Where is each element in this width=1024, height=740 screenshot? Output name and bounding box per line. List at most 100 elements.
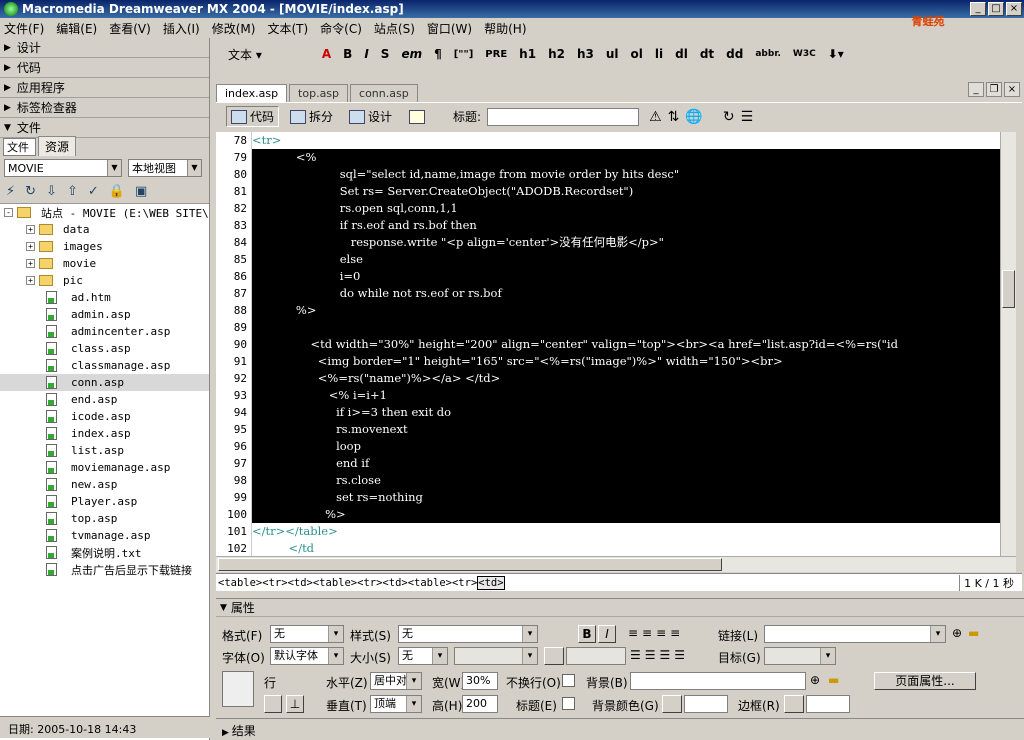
menu-view[interactable]: 查看(V) <box>109 20 151 37</box>
size-select[interactable]: 无 <box>398 647 448 665</box>
menu-edit[interactable]: 编辑(E) <box>56 20 97 37</box>
tag-selector-item[interactable]: <td> <box>477 575 505 590</box>
tree-folder-item[interactable]: + movie <box>0 255 209 272</box>
expand-toggle-icon[interactable]: + <box>26 276 35 285</box>
border-color-button[interactable] <box>784 695 804 713</box>
site-root-node[interactable]: - 站点 - MOVIE (E:\WEB SITE\ <box>0 204 209 221</box>
tree-file-item[interactable]: index.asp <box>0 425 209 442</box>
italic-button[interactable]: I <box>364 47 368 61</box>
panel-design[interactable]: ▶ 设计 <box>0 38 209 58</box>
preview-browser-icon[interactable]: 🌐 <box>685 109 702 125</box>
header-checkbox[interactable] <box>562 697 575 710</box>
tree-file-item[interactable]: end.asp <box>0 391 209 408</box>
tab-files[interactable]: 文件 <box>3 138 36 156</box>
style-select[interactable]: 无 <box>398 625 538 643</box>
horizontal-scroll-thumb[interactable] <box>218 558 722 571</box>
point-to-file-icon[interactable]: ⊕ <box>810 673 820 687</box>
tree-file-item[interactable]: tvmanage.asp <box>0 527 209 544</box>
design-view-button[interactable]: 设计 <box>344 106 397 127</box>
browse-folder-icon[interactable]: ▬ <box>828 673 839 687</box>
refresh-design-icon[interactable]: ↻ <box>723 109 735 125</box>
page-title-input[interactable] <box>487 107 640 126</box>
check-in-icon[interactable]: 🔒 <box>109 184 125 199</box>
paragraph-button[interactable]: ¶ <box>434 47 442 61</box>
put-files-icon[interactable]: ⇧ <box>67 184 78 199</box>
connect-icon[interactable]: ⚡ <box>6 184 15 199</box>
link-input[interactable] <box>764 625 946 643</box>
browse-folder-icon[interactable]: ▬ <box>968 626 979 640</box>
dd-button[interactable]: dd <box>726 47 743 61</box>
insert-category-select[interactable]: 文本 ▾ <box>228 46 262 63</box>
expand-panel-icon[interactable]: ▣ <box>135 184 147 199</box>
minimize-button[interactable]: _ <box>970 2 986 16</box>
format-select[interactable]: 无 <box>270 625 344 643</box>
tree-file-item[interactable]: class.asp <box>0 340 209 357</box>
menu-site[interactable]: 站点(S) <box>374 20 415 37</box>
blockquote-button[interactable]: [""] <box>454 49 474 60</box>
dt-button[interactable]: dt <box>700 47 714 61</box>
list-indent-buttons-icon[interactable]: ☰☰☰☰ <box>630 648 689 662</box>
tree-file-item[interactable]: icode.asp <box>0 408 209 425</box>
expand-toggle-icon[interactable]: + <box>26 225 35 234</box>
tag-selector-item[interactable]: <tr> <box>357 577 382 589</box>
h1-button[interactable]: h1 <box>519 47 536 61</box>
tab-assets[interactable]: 资源 <box>38 136 77 156</box>
results-panel[interactable]: ▶ 结果 <box>216 718 1024 740</box>
page-properties-button[interactable]: 页面属性... <box>874 672 976 690</box>
tree-file-item[interactable]: classmanage.asp <box>0 357 209 374</box>
menu-help[interactable]: 帮助(H) <box>484 20 526 37</box>
download-icon[interactable]: ⬇▾ <box>828 47 844 61</box>
split-cell-button[interactable]: ⊥ <box>286 695 304 713</box>
text-color-button[interactable] <box>544 647 564 665</box>
file-management-icon[interactable]: ⇅ <box>668 109 680 125</box>
tree-folder-item[interactable]: + data <box>0 221 209 238</box>
panel-tag-inspector[interactable]: ▶ 标签检查器 <box>0 98 209 118</box>
menu-modify[interactable]: 修改(M) <box>212 20 256 37</box>
expand-toggle-icon[interactable]: + <box>26 259 35 268</box>
bold-prop-button[interactable]: B <box>578 625 596 643</box>
h2-button[interactable]: h2 <box>548 47 565 61</box>
browser-check-icon[interactable]: ⚠ <box>649 109 662 125</box>
width-input[interactable]: 30% <box>462 672 498 690</box>
target-select[interactable] <box>764 647 836 665</box>
bgcolor-input[interactable] <box>684 695 728 713</box>
check-out-icon[interactable]: ✓ <box>88 184 99 199</box>
tag-selector-item[interactable]: <td> <box>382 577 407 589</box>
tree-folder-item[interactable]: + pic <box>0 272 209 289</box>
h3-button[interactable]: h3 <box>577 47 594 61</box>
tag-selector-item[interactable]: <tr> <box>262 577 287 589</box>
tree-file-item[interactable]: conn.asp <box>0 374 209 391</box>
close-button[interactable]: × <box>1006 2 1022 16</box>
height-input[interactable]: 200 <box>462 695 498 713</box>
tag-selector-item[interactable]: <td> <box>288 577 313 589</box>
tree-folder-item[interactable]: + images <box>0 238 209 255</box>
site-select[interactable]: MOVIE ▼ <box>4 159 122 177</box>
abbr-button[interactable]: abbr. <box>755 49 781 59</box>
pre-button[interactable]: PRE <box>485 49 507 60</box>
merge-cells-button[interactable] <box>264 695 282 713</box>
vert-select[interactable]: 顶端 <box>370 695 422 713</box>
maximize-button[interactable]: □ <box>988 2 1004 16</box>
bold-button[interactable]: B <box>343 47 352 61</box>
ul-button[interactable]: ul <box>606 47 619 61</box>
menu-insert[interactable]: 插入(I) <box>163 20 200 37</box>
bg-input[interactable] <box>630 672 806 690</box>
get-files-icon[interactable]: ⇩ <box>46 184 57 199</box>
tag-selector-item[interactable]: <table> <box>408 577 452 589</box>
tree-file-item[interactable]: admincenter.asp <box>0 323 209 340</box>
strong-button[interactable]: S <box>381 47 390 61</box>
tree-file-item[interactable]: top.asp <box>0 510 209 527</box>
em-button[interactable]: em <box>401 47 422 61</box>
live-data-icon[interactable] <box>409 109 426 124</box>
panel-application[interactable]: ▶ 应用程序 <box>0 78 209 98</box>
panel-code[interactable]: ▶ 代码 <box>0 58 209 78</box>
horz-select[interactable]: 居中对 <box>370 672 422 690</box>
acronym-button[interactable]: W3C <box>793 49 816 59</box>
italic-prop-button[interactable]: I <box>598 625 616 643</box>
align-buttons-icon[interactable]: ≡≡≡≡ <box>628 626 684 640</box>
point-to-file-icon[interactable]: ⊕ <box>952 626 962 640</box>
menu-file[interactable]: 文件(F) <box>4 20 44 37</box>
tree-file-item[interactable]: ad.htm <box>0 289 209 306</box>
view-select[interactable]: 本地视图 ▼ <box>128 159 202 177</box>
nowrap-checkbox[interactable] <box>562 674 575 687</box>
